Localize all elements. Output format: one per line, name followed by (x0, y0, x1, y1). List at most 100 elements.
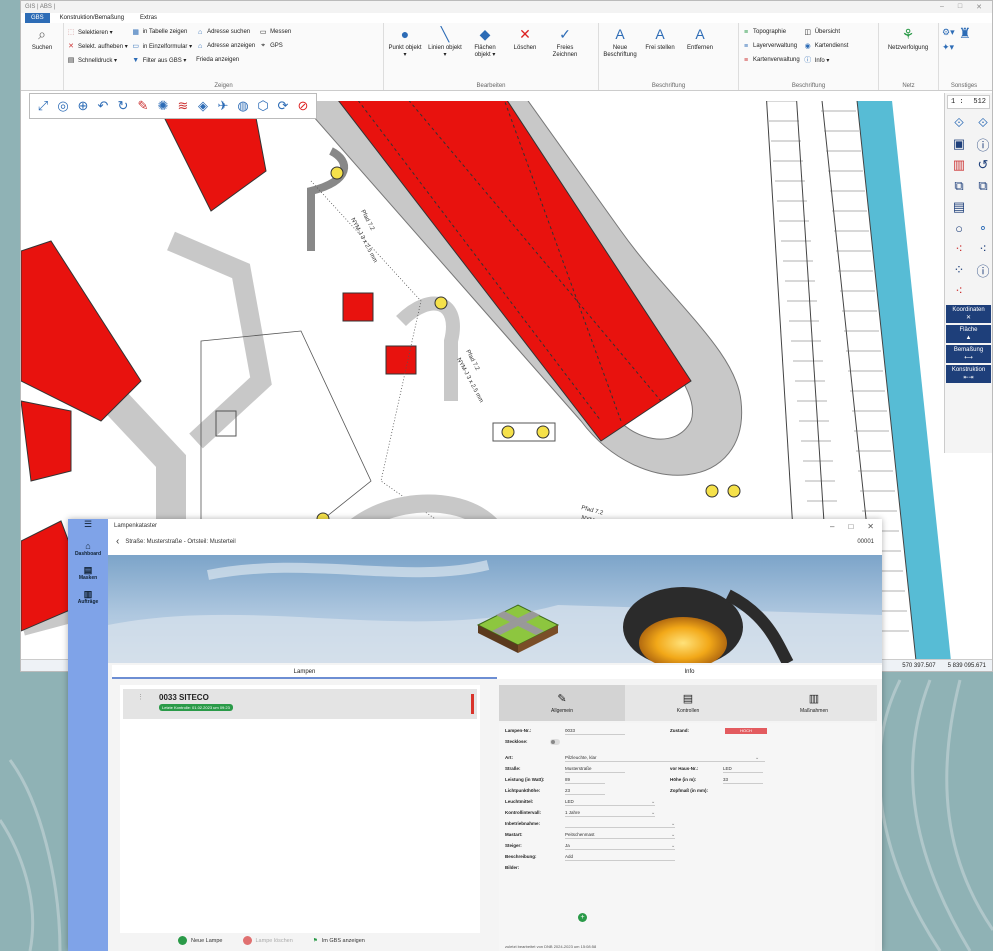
list-item[interactable]: ⋮ 0033 SITECO Letzte Kontrolle: 01.02.20… (123, 689, 477, 719)
sync-icon[interactable]: ⟳ (275, 98, 291, 114)
flaechen-objekt-button[interactable]: ◆ Flächen objekt ▾ (467, 25, 503, 59)
punkt-objekt-button[interactable]: ● Punkt objekt ▾ (387, 25, 423, 59)
nav-dashboard[interactable]: ⌂ Dashboard (68, 541, 108, 557)
strasse-field[interactable]: Musterstraße (565, 766, 625, 773)
nodes-icon[interactable]: ⁖ (951, 283, 967, 299)
layerverwaltung-button[interactable]: ≡ Layerverwaltung (742, 41, 800, 51)
selektieren-button[interactable]: ⬚ Selektieren ▾ (67, 27, 128, 37)
tab-allgemein[interactable]: ✎ Allgemein (499, 685, 625, 721)
close-button[interactable]: ✕ (976, 3, 982, 11)
refresh-icon[interactable]: ↻ (115, 98, 131, 114)
mastart-select[interactable]: Peitschenmast (565, 832, 675, 839)
tab-info[interactable]: Info (497, 665, 882, 679)
globe-tool-icon[interactable]: ◍ (235, 98, 251, 114)
settings-icon[interactable]: ⚙▾ (942, 27, 955, 38)
zoom-extent-icon[interactable]: ⤢ (35, 98, 51, 114)
netzverfolgung-button[interactable]: ⚘ Netzverfolgung (882, 25, 934, 52)
nodes-icon[interactable]: ⁖ (951, 241, 967, 257)
kontrollintervall-select[interactable]: 1 Jahre (565, 810, 655, 817)
snap-icon[interactable]: ⟐ (975, 115, 991, 131)
nav-auftraege[interactable]: ▥ Aufträge (68, 589, 108, 605)
settings-tool-icon[interactable]: ✺ (155, 98, 171, 114)
airplane-icon[interactable]: ✈ (215, 98, 231, 114)
art-select[interactable]: Pilzleuchte, klar (565, 755, 765, 762)
delete-lamp-button[interactable]: Lampe löschen (242, 936, 293, 945)
nodes-icon[interactable]: ⁘ (951, 262, 967, 278)
tab-kontrollen[interactable]: ▤ Kontrollen (625, 685, 751, 721)
drag-handle-icon[interactable]: ⋮ (137, 693, 144, 701)
nodes-icon[interactable]: ⁖ (975, 241, 991, 257)
info-icon[interactable]: ⓘ (975, 262, 991, 279)
uebersicht-button[interactable]: ◫ Übersicht (804, 27, 849, 37)
schnelldruck-button[interactable]: ▤ Schnelldruck ▾ (67, 55, 128, 65)
back-icon[interactable]: ‹ (116, 536, 119, 547)
undo-icon[interactable]: ↶ (95, 98, 111, 114)
lichtpunkthoehe-field[interactable]: 23 (565, 788, 605, 795)
layers-tool-icon[interactable]: ≋ (175, 98, 191, 114)
target-icon[interactable]: ◎ (55, 98, 71, 114)
konstruktion-button[interactable]: Konstruktion ⇤⇥ (946, 365, 991, 383)
tab-konstruktion[interactable]: Konstruktion/Bemaßung (54, 13, 130, 23)
leuchtmittel-select[interactable]: LED (565, 799, 655, 806)
view-tool-icon[interactable]: ◈ (195, 98, 211, 114)
add-image-button[interactable]: + (578, 913, 587, 922)
adresse-suchen-button[interactable]: ⌂ Adresse suchen (196, 27, 255, 37)
node-icon[interactable]: ∘ (975, 220, 991, 236)
neue-beschriftung-button[interactable]: A Neue Beschriftung (602, 25, 638, 59)
new-lamp-button[interactable]: Neue Lampe (178, 936, 223, 945)
circle-icon[interactable]: ○ (951, 220, 967, 236)
minimize-button[interactable]: – (940, 3, 944, 11)
selekt-aufheben-button[interactable]: ✕ Selekt. aufheben ▾ (67, 41, 128, 51)
vor-haus-field[interactable]: LED (723, 766, 763, 773)
in-einzelformular-button[interactable]: ▭ in Einzelformular ▾ (132, 41, 192, 51)
frei-stellen-button[interactable]: A Frei stellen (642, 25, 678, 52)
copy-icon[interactable]: ⧉ (951, 178, 967, 194)
messen-button[interactable]: ▭ Messen (259, 27, 291, 37)
maximize-button[interactable]: □ (958, 3, 962, 11)
koordinaten-button[interactable]: Koordinaten ✕ (946, 305, 991, 323)
tab-gbs[interactable]: GBS (25, 13, 50, 23)
snap-icon[interactable]: ⟐ (951, 115, 967, 131)
adresse-anzeigen-button[interactable]: ⌂ Adresse anzeigen (196, 41, 255, 51)
nav-masken[interactable]: ▤ Masken (68, 565, 108, 581)
loeschen-button[interactable]: ✕ Löschen (507, 25, 543, 52)
flaeche-button[interactable]: Fläche ▲ (946, 325, 991, 343)
hoehe-field[interactable]: 33 (723, 777, 763, 784)
zoom-in-icon[interactable]: ⊕ (75, 98, 91, 114)
beschreibung-field[interactable]: Add (565, 854, 675, 861)
filter-gbs-button[interactable]: ▼ Filter aus GBS ▾ (132, 55, 192, 65)
minimize-button[interactable]: – (830, 522, 834, 531)
save-icon[interactable]: ▣ (951, 136, 967, 152)
tab-massnahmen[interactable]: ▥ Maßnahmen (751, 685, 877, 721)
paste-icon[interactable]: ⧉ (975, 178, 991, 194)
tab-lampen[interactable]: Lampen (112, 665, 497, 679)
tab-extras[interactable]: Extras (134, 13, 163, 23)
kartendienst-button[interactable]: ◉ Kartendienst (804, 41, 849, 51)
rotate-icon[interactable]: ↺ (975, 157, 991, 173)
frieda-anzeigen-button[interactable]: Frieda anzeigen (196, 55, 255, 65)
info-icon[interactable]: ⓘ (975, 136, 991, 153)
inbetriebnahme-field[interactable] (565, 821, 675, 828)
steiger-select[interactable]: Ja (565, 843, 675, 850)
leistung-field[interactable]: 89 (565, 777, 605, 784)
tools-icon[interactable]: ✦▾ (942, 42, 955, 53)
scale-field[interactable]: 1 :512 (947, 95, 990, 109)
freies-zeichnen-button[interactable]: ✓ Freies Zeichnen (547, 25, 583, 59)
cancel-tool-icon[interactable]: ⊘ (295, 98, 311, 114)
kartenverwaltung-button[interactable]: ≡ Kartenverwaltung (742, 55, 800, 65)
lampen-nr-field[interactable]: 0033 (565, 728, 625, 735)
stecklose-toggle[interactable] (550, 739, 560, 745)
close-button[interactable]: ✕ (867, 522, 874, 531)
clipboard-icon[interactable]: ▤ (951, 199, 967, 215)
topographie-button[interactable]: ≡ Topographie (742, 27, 800, 37)
trash-icon[interactable]: ▥ (951, 157, 967, 173)
entfernen-button[interactable]: A Entfernen (682, 25, 718, 52)
show-in-gbs-button[interactable]: ⚑ Im GBS anzeigen (313, 938, 365, 944)
gps-button[interactable]: ⌖ GPS (259, 41, 291, 51)
in-tabelle-button[interactable]: ▦ in Tabelle zeigen (132, 27, 192, 37)
linien-objekt-button[interactable]: ╲ Linien objekt ▾ (427, 25, 463, 59)
suchen-button[interactable]: ⌕ Suchen (24, 25, 60, 52)
info-button[interactable]: ⓘ Info ▾ (804, 55, 849, 65)
maximize-button[interactable]: □ (848, 522, 853, 531)
bemassung-button[interactable]: Bemaßung ⟷ (946, 345, 991, 363)
